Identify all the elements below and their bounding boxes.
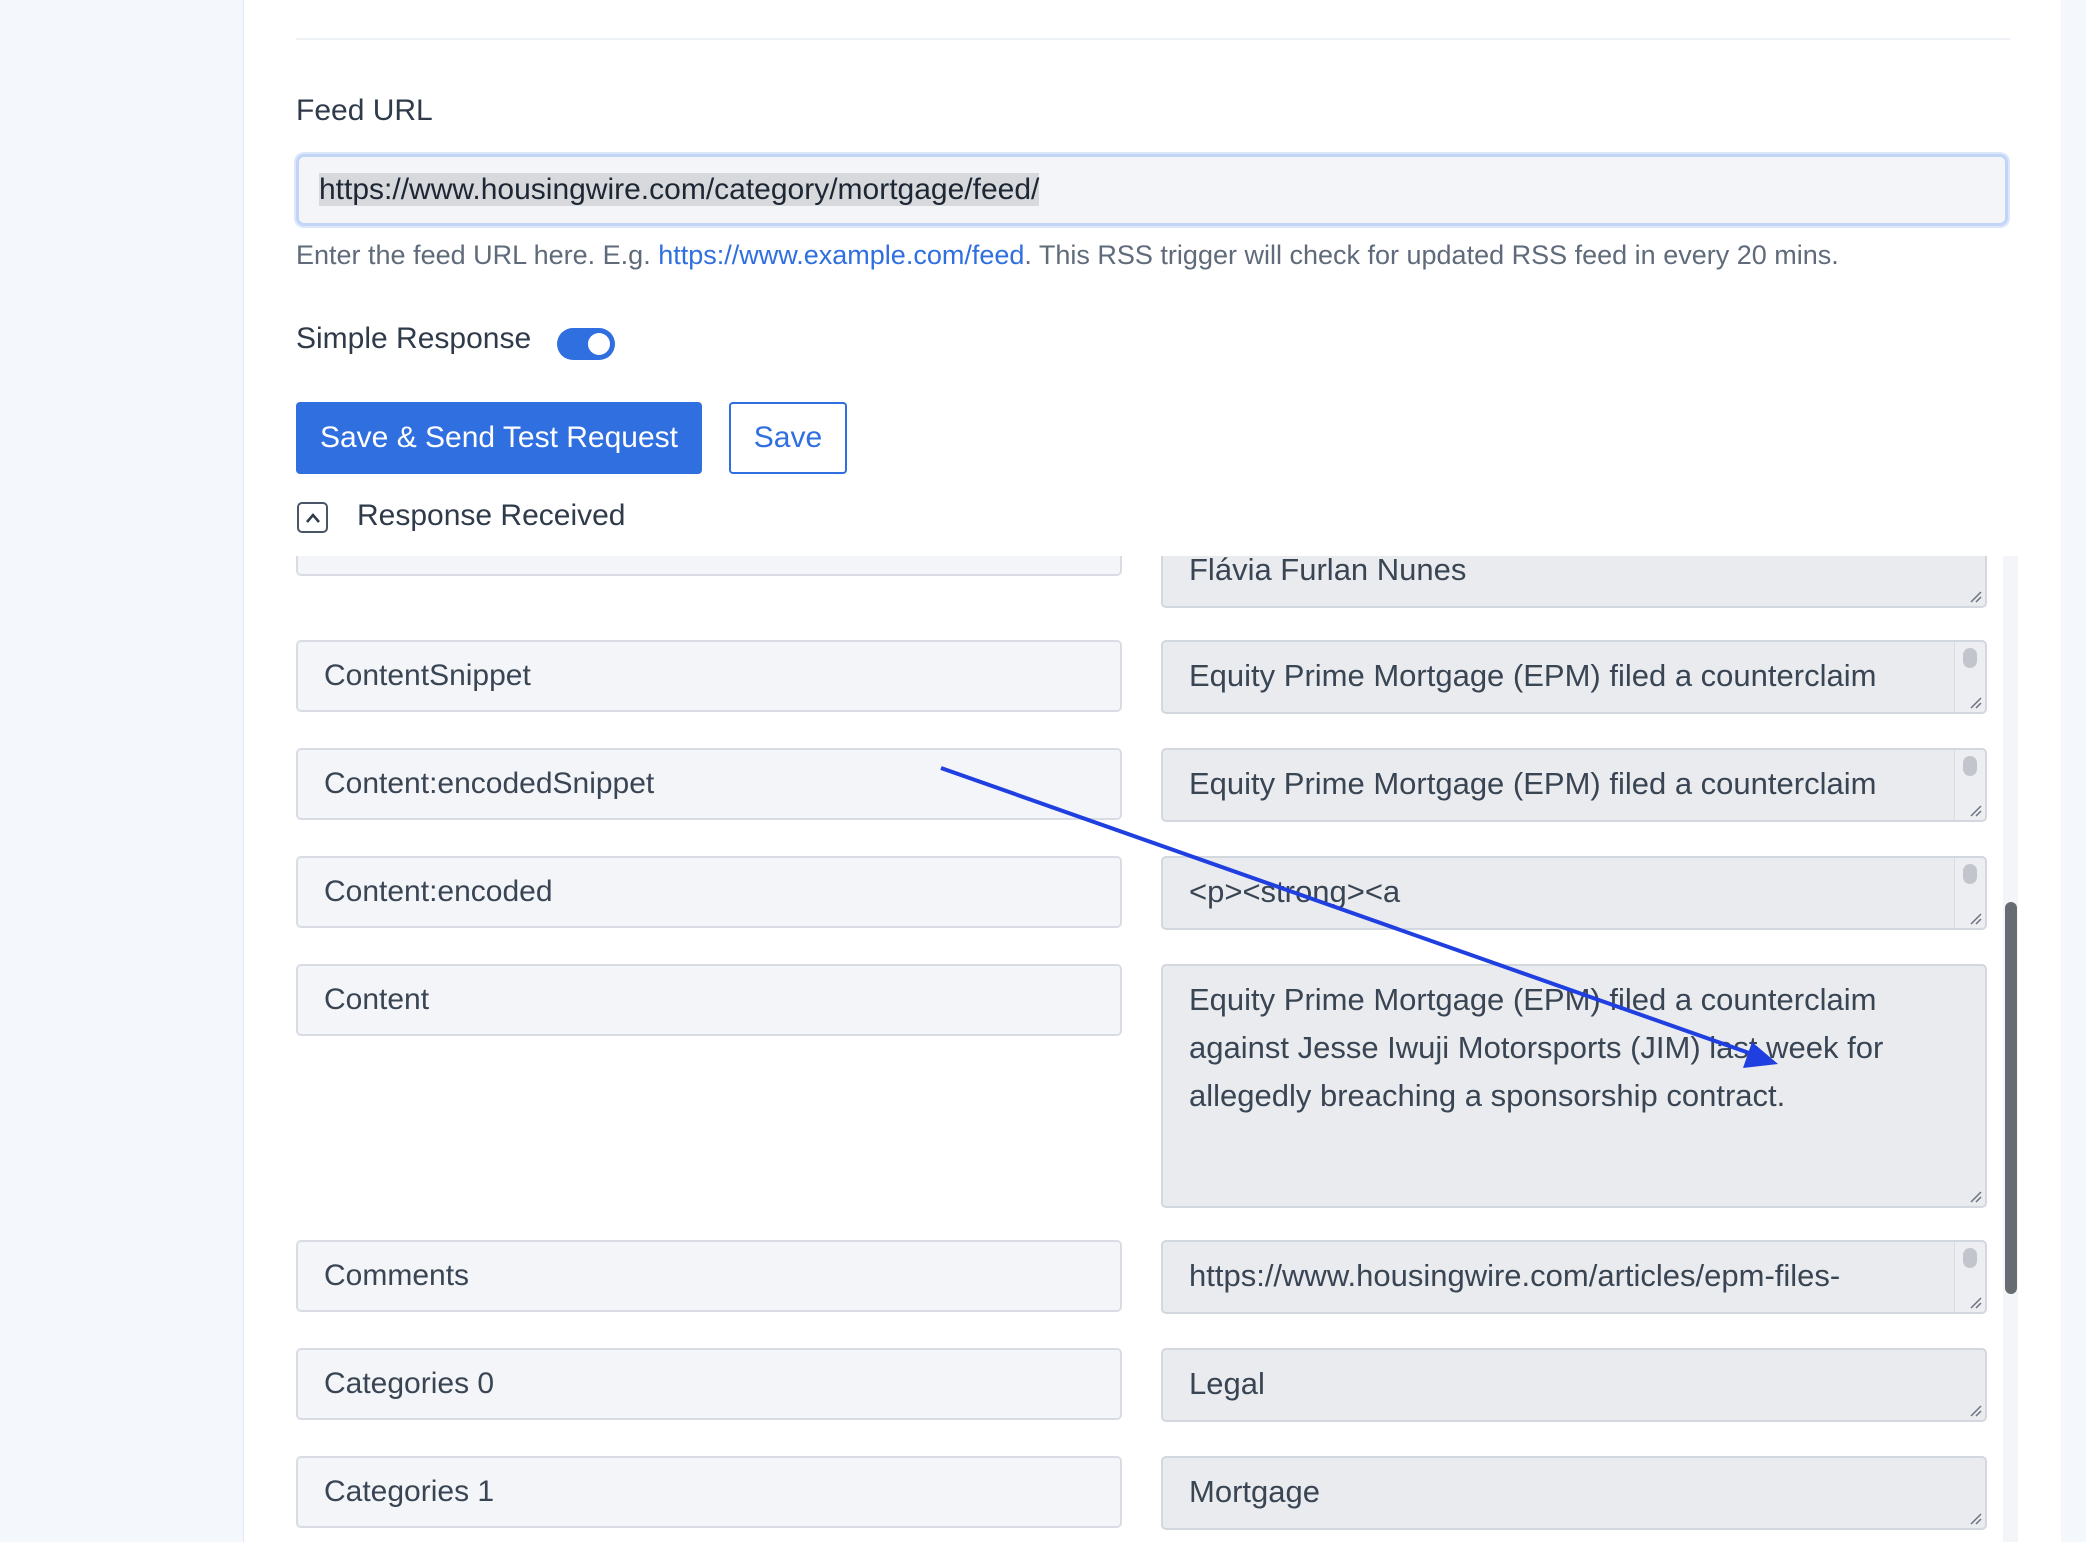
- response-key-field[interactable]: Creator: [296, 556, 1122, 576]
- response-key-field[interactable]: Comments: [296, 1240, 1122, 1312]
- scrollbar-thumb[interactable]: [1963, 756, 1977, 776]
- help-suffix: . This RSS trigger will check for update…: [1024, 240, 1839, 270]
- help-example-link[interactable]: https://www.example.com/feed: [658, 240, 1024, 270]
- response-value-text: Flávia Furlan Nunes: [1189, 556, 1467, 587]
- scrollbar-thumb[interactable]: [2005, 902, 2017, 1294]
- response-value-field[interactable]: Equity Prime Mortgage (EPM) filed a coun…: [1161, 640, 1987, 714]
- response-value-field[interactable]: Mortgage: [1161, 1456, 1987, 1530]
- response-value-text: Mortgage: [1189, 1474, 1320, 1509]
- chevron-up-icon: [305, 512, 320, 523]
- resize-handle-icon[interactable]: [1968, 1189, 1982, 1203]
- feed-url-input[interactable]: https://www.housingwire.com/category/mor…: [296, 154, 2008, 226]
- response-value-field[interactable]: <p><strong><a: [1161, 856, 1987, 930]
- simple-response-toggle[interactable]: [557, 328, 615, 360]
- response-value-field[interactable]: https://www.housingwire.com/articles/epm…: [1161, 1240, 1987, 1314]
- response-key-field[interactable]: Categories 0: [296, 1348, 1122, 1420]
- response-value-text: Equity Prime Mortgage (EPM) filed a coun…: [1189, 982, 1884, 1113]
- response-value-text: <p><strong><a: [1189, 874, 1401, 909]
- toggle-knob: [588, 333, 610, 355]
- divider: [296, 38, 2010, 40]
- response-value-text: Legal: [1189, 1366, 1265, 1401]
- response-value-text: https://www.housingwire.com/articles/epm…: [1189, 1258, 1841, 1293]
- help-prefix: Enter the feed URL here. E.g.: [296, 240, 659, 270]
- response-key-field[interactable]: ContentSnippet: [296, 640, 1122, 712]
- response-scrollbar[interactable]: [2003, 556, 2018, 1542]
- response-value-field[interactable]: Legal: [1161, 1348, 1987, 1422]
- feed-url-label: Feed URL: [296, 94, 433, 127]
- feed-url-help: Enter the feed URL here. E.g. https://ww…: [296, 240, 1839, 271]
- collapse-toggle-button[interactable]: [297, 502, 328, 533]
- resize-handle-icon[interactable]: [1968, 1511, 1982, 1525]
- response-received-label: Response Received: [357, 499, 626, 532]
- response-key-field[interactable]: Categories 1: [296, 1456, 1122, 1528]
- scrollbar-thumb[interactable]: [1963, 864, 1977, 884]
- response-value-text: Equity Prime Mortgage (EPM) filed a coun…: [1189, 658, 1877, 693]
- save-button[interactable]: Save: [729, 402, 847, 474]
- feed-url-value: https://www.housingwire.com/category/mor…: [319, 173, 1040, 206]
- resize-handle-icon[interactable]: [1968, 911, 1982, 925]
- response-value-field[interactable]: Equity Prime Mortgage (EPM) filed a coun…: [1161, 964, 1987, 1208]
- resize-handle-icon[interactable]: [1968, 589, 1982, 603]
- resize-handle-icon[interactable]: [1968, 695, 1982, 709]
- scrollbar-thumb[interactable]: [1963, 1248, 1977, 1268]
- response-list: Creator Flávia Furlan Nunes ContentSnipp…: [243, 556, 2018, 1542]
- save-send-test-button[interactable]: Save & Send Test Request: [296, 402, 702, 474]
- resize-handle-icon[interactable]: [1968, 1403, 1982, 1417]
- response-key-field[interactable]: Content: [296, 964, 1122, 1036]
- resize-handle-icon[interactable]: [1968, 1295, 1982, 1309]
- response-value-text: Equity Prime Mortgage (EPM) filed a coun…: [1189, 766, 1877, 801]
- response-key-field[interactable]: Content:encoded: [296, 856, 1122, 928]
- response-value-field[interactable]: Equity Prime Mortgage (EPM) filed a coun…: [1161, 748, 1987, 822]
- simple-response-label: Simple Response: [296, 322, 532, 355]
- scrollbar-thumb[interactable]: [1963, 648, 1977, 668]
- response-key-field[interactable]: Content:encodedSnippet: [296, 748, 1122, 820]
- resize-handle-icon[interactable]: [1968, 803, 1982, 817]
- response-value-field[interactable]: Flávia Furlan Nunes: [1161, 556, 1987, 608]
